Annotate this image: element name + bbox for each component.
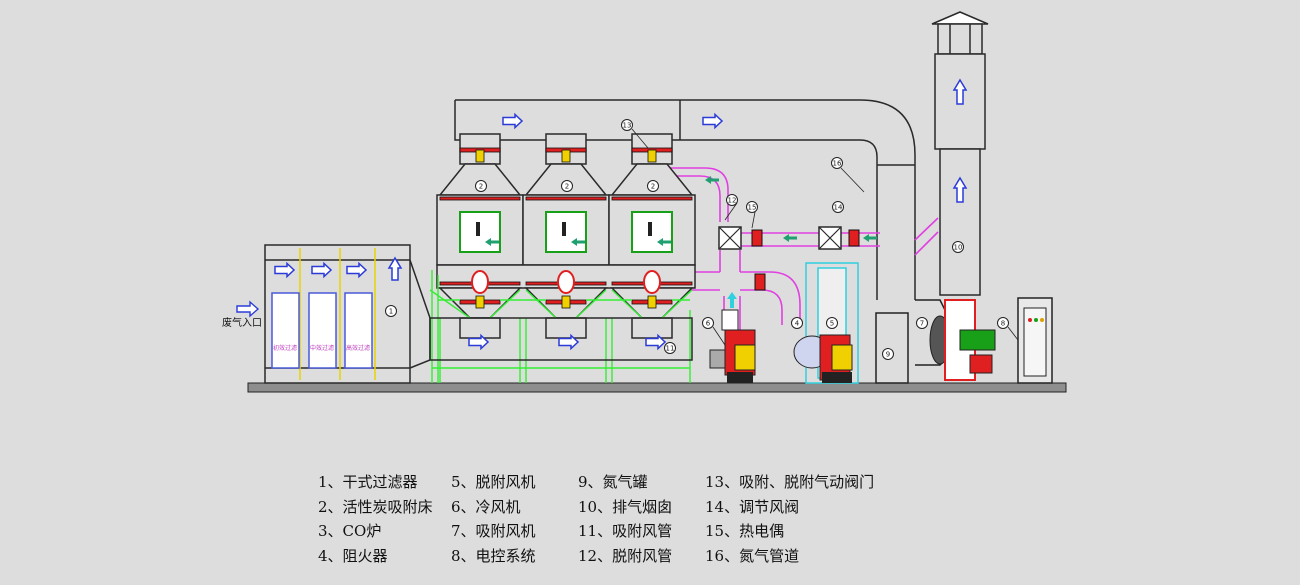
svg-text:14: 14 <box>834 204 843 212</box>
ground-base <box>247 382 1067 393</box>
callout-bed1: 2 <box>475 180 487 192</box>
desorb-fan <box>793 334 853 383</box>
callout-adsorb-duct: 11 <box>664 342 676 354</box>
callout-control: 8 <box>997 317 1009 329</box>
legend-item: 5、脱附风机 <box>451 473 536 491</box>
svg-text:6: 6 <box>706 320 711 328</box>
svg-text:15: 15 <box>748 204 757 212</box>
legend-item: 7、吸附风机 <box>451 522 536 540</box>
legend-col-2: 5、脱附风机 6、冷风机 7、吸附风机 8、电控系统 <box>451 470 536 568</box>
cyan-up-arrow <box>727 292 737 308</box>
callout-valve: 13 <box>621 119 633 131</box>
filter-label-primary: 初效过滤 <box>273 344 297 352</box>
legend-item: 15、热电偶 <box>705 522 785 540</box>
legend-col-1: 1、干式过滤器 2、活性炭吸附床 3、CO炉 4、阻火器 <box>318 470 433 568</box>
svg-text:2: 2 <box>651 183 655 191</box>
legend-item: 12、脱附风管 <box>578 546 673 565</box>
adsorb-fan <box>915 299 996 381</box>
desorb-pipes <box>660 167 939 330</box>
valve-red-left <box>751 229 763 247</box>
legend-col-3: 9、氮气罐 10、排气烟囱 11、吸附风管 12、脱附风管 <box>578 470 672 568</box>
callout-arrester: 4 <box>791 317 803 329</box>
legend-item: 10、排气烟囱 <box>578 497 673 516</box>
cooling-fan <box>709 309 756 383</box>
svg-text:8: 8 <box>1001 320 1005 328</box>
callout-desorb-fan: 5 <box>826 317 838 329</box>
legend-item: 3、CO炉 <box>318 522 382 540</box>
svg-text:12: 12 <box>728 197 737 205</box>
legend-item: 1、干式过滤器 <box>318 473 418 491</box>
svg-text:2: 2 <box>479 183 483 191</box>
callout-desorb-duct: 12 <box>726 194 738 206</box>
svg-text:7: 7 <box>920 320 924 328</box>
svg-text:1: 1 <box>389 308 393 316</box>
cool-box <box>875 312 909 384</box>
callout-bed3: 2 <box>647 180 659 192</box>
callout-n2-tank: 9 <box>882 348 894 360</box>
callout-stack: 10 <box>952 241 964 253</box>
legend-col-4: 13、吸附、脱附气动阀门 14、调节风阀 15、热电偶 16、氮气管道 <box>705 470 874 568</box>
legend-item: 6、冷风机 <box>451 497 521 516</box>
inlet-arrow <box>236 300 260 318</box>
legend-item: 8、电控系统 <box>451 546 536 565</box>
callout-damper: 14 <box>832 201 844 213</box>
svg-text:10: 10 <box>954 244 963 252</box>
svg-text:13: 13 <box>623 122 632 130</box>
control-cabinet <box>1017 297 1053 384</box>
legend-item: 11、吸附风管 <box>578 522 673 540</box>
valve-red-right <box>848 229 860 247</box>
svg-text:16: 16 <box>833 160 842 168</box>
filter-label-medium: 中效过滤 <box>310 344 334 352</box>
legend-item: 13、吸附、脱附气动阀门 <box>705 473 875 491</box>
damper-2 <box>818 226 842 250</box>
callout-thermo: 15 <box>746 201 758 213</box>
filter-label-high: 高效过滤 <box>346 344 370 352</box>
valve-red-lower <box>754 273 766 291</box>
legend-item: 4、阻火器 <box>318 546 388 565</box>
svg-text:2: 2 <box>565 183 569 191</box>
svg-text:4: 4 <box>795 320 800 328</box>
legend-item: 16、氮气管道 <box>705 546 800 565</box>
svg-text:11: 11 <box>666 345 675 353</box>
callout-filter: 1 <box>385 305 397 317</box>
damper-1 <box>718 226 742 250</box>
callout-n2-pipe: 16 <box>831 157 843 169</box>
svg-text:5: 5 <box>830 320 834 328</box>
callout-adsorb-fan: 7 <box>916 317 928 329</box>
inlet-label: 废气入口 <box>222 316 262 329</box>
legend-item: 9、氮气罐 <box>578 473 648 491</box>
svg-text:9: 9 <box>886 351 890 359</box>
callout-cool-fan: 6 <box>702 317 714 329</box>
callout-bed2: 2 <box>561 180 573 192</box>
legend-item: 14、调节风阀 <box>705 497 800 516</box>
legend-item: 2、活性炭吸附床 <box>318 497 433 516</box>
